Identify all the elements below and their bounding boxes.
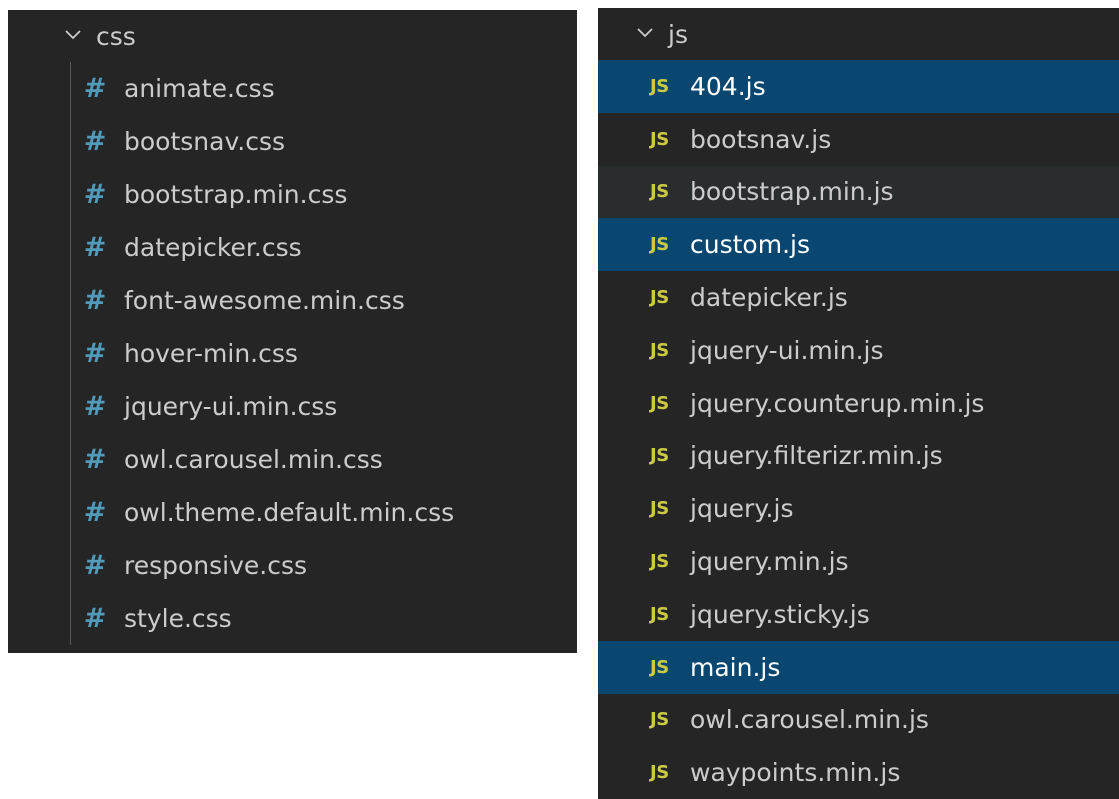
file-label: bootsnav.css: [124, 127, 286, 156]
js-file-icon: JS: [650, 392, 669, 414]
file-item[interactable]: JS custom.js: [598, 218, 1119, 272]
file-label: bootsnav.js: [690, 124, 832, 154]
folder-js[interactable]: js: [598, 8, 1119, 60]
folder-label: css: [96, 21, 136, 51]
file-item[interactable]: # owl.theme.default.min.css: [8, 486, 577, 539]
file-item[interactable]: # style.css: [8, 592, 577, 645]
js-file-icon: JS: [650, 551, 669, 573]
file-item[interactable]: JS datepicker.js: [598, 271, 1119, 324]
file-label: jquery-ui.min.js: [690, 335, 884, 365]
file-item[interactable]: # bootsnav.css: [8, 115, 577, 168]
file-item[interactable]: JS jquery.min.js: [598, 535, 1119, 588]
file-item[interactable]: JS jquery.counterup.min.js: [598, 377, 1119, 430]
js-explorer-panel: js JS 404.js JS bootsnav.js JS bootstrap.min.…: [598, 8, 1119, 799]
js-file-icon: JS: [650, 339, 669, 361]
file-label: 404.js: [690, 71, 766, 101]
file-item[interactable]: # responsive.css: [8, 539, 577, 592]
file-label: responsive.css: [124, 551, 308, 580]
file-label: datepicker.css: [124, 233, 302, 262]
file-label: animate.css: [124, 74, 275, 103]
file-item[interactable]: # hover-min.css: [8, 327, 577, 380]
file-item[interactable]: # datepicker.css: [8, 221, 577, 274]
file-label: hover-min.css: [124, 339, 298, 368]
js-file-icon: JS: [650, 128, 669, 150]
file-item[interactable]: # font-awesome.min.css: [8, 274, 577, 327]
hash-icon: #: [83, 603, 107, 634]
file-item[interactable]: JS jquery.sticky.js: [598, 588, 1119, 641]
file-item[interactable]: JS jquery.filterizr.min.js: [598, 430, 1119, 483]
css-explorer-panel: css # animate.css # bootsnav.css # bootstrap.…: [8, 10, 577, 653]
js-file-icon: JS: [650, 603, 669, 625]
file-label: bootstrap.min.js: [690, 177, 894, 207]
file-label: main.js: [690, 652, 781, 682]
file-label: jquery.counterup.min.js: [690, 388, 985, 418]
file-item[interactable]: JS main.js: [598, 640, 1119, 694]
hash-icon: #: [83, 232, 107, 263]
file-label: waypoints.min.js: [690, 758, 901, 788]
css-file-list: # animate.css # bootsnav.css # bootstrap.min.…: [8, 62, 577, 645]
file-item[interactable]: JS jquery.js: [598, 482, 1119, 535]
js-file-icon: JS: [650, 445, 669, 467]
js-file-icon: JS: [650, 709, 669, 731]
file-label: jquery.sticky.js: [690, 599, 870, 629]
file-label: jquery.min.js: [690, 547, 849, 577]
hash-icon: #: [83, 497, 107, 528]
file-label: jquery-ui.min.css: [124, 392, 338, 421]
file-label: bootstrap.min.css: [124, 180, 348, 209]
hash-icon: #: [83, 126, 107, 157]
hash-icon: #: [83, 179, 107, 210]
js-file-icon: JS: [650, 75, 669, 97]
hash-icon: #: [83, 338, 107, 369]
file-item[interactable]: # bootstrap.min.css: [8, 168, 577, 221]
file-item[interactable]: JS bootsnav.js: [598, 113, 1119, 166]
chevron-down-icon: [634, 21, 656, 43]
file-item[interactable]: # owl.carousel.min.css: [8, 433, 577, 486]
file-label: jquery.filterizr.min.js: [690, 441, 943, 471]
hash-icon: #: [83, 391, 107, 422]
hash-icon: #: [83, 444, 107, 475]
file-item[interactable]: # animate.css: [8, 62, 577, 115]
file-item[interactable]: JS 404.js: [598, 60, 1119, 113]
file-label: font-awesome.min.css: [124, 286, 405, 315]
file-item[interactable]: JS jquery-ui.min.js: [598, 324, 1119, 377]
js-file-icon: JS: [650, 762, 669, 784]
file-label: custom.js: [690, 230, 810, 260]
file-item[interactable]: JS waypoints.min.js: [598, 746, 1119, 799]
file-label: owl.carousel.min.js: [690, 705, 929, 735]
file-label: owl.theme.default.min.css: [124, 498, 455, 527]
file-item[interactable]: JS owl.carousel.min.js: [598, 694, 1119, 747]
file-item[interactable]: # jquery-ui.min.css: [8, 380, 577, 433]
hash-icon: #: [83, 550, 107, 581]
js-file-list: JS 404.js JS bootsnav.js JS bootstrap.min.js J…: [598, 60, 1119, 799]
file-label: style.css: [124, 604, 232, 633]
js-file-icon: JS: [650, 656, 669, 678]
js-file-icon: JS: [650, 234, 669, 256]
js-file-icon: JS: [650, 498, 669, 520]
folder-css[interactable]: css: [8, 10, 577, 62]
js-file-icon: JS: [650, 287, 669, 309]
file-item[interactable]: JS bootstrap.min.js: [598, 165, 1119, 219]
chevron-down-icon: [62, 23, 84, 45]
file-label: jquery.js: [690, 494, 794, 524]
file-label: datepicker.js: [690, 283, 848, 313]
hash-icon: #: [83, 73, 107, 104]
hash-icon: #: [83, 285, 107, 316]
js-file-icon: JS: [650, 181, 669, 203]
folder-label: js: [668, 19, 688, 49]
file-label: owl.carousel.min.css: [124, 445, 383, 474]
